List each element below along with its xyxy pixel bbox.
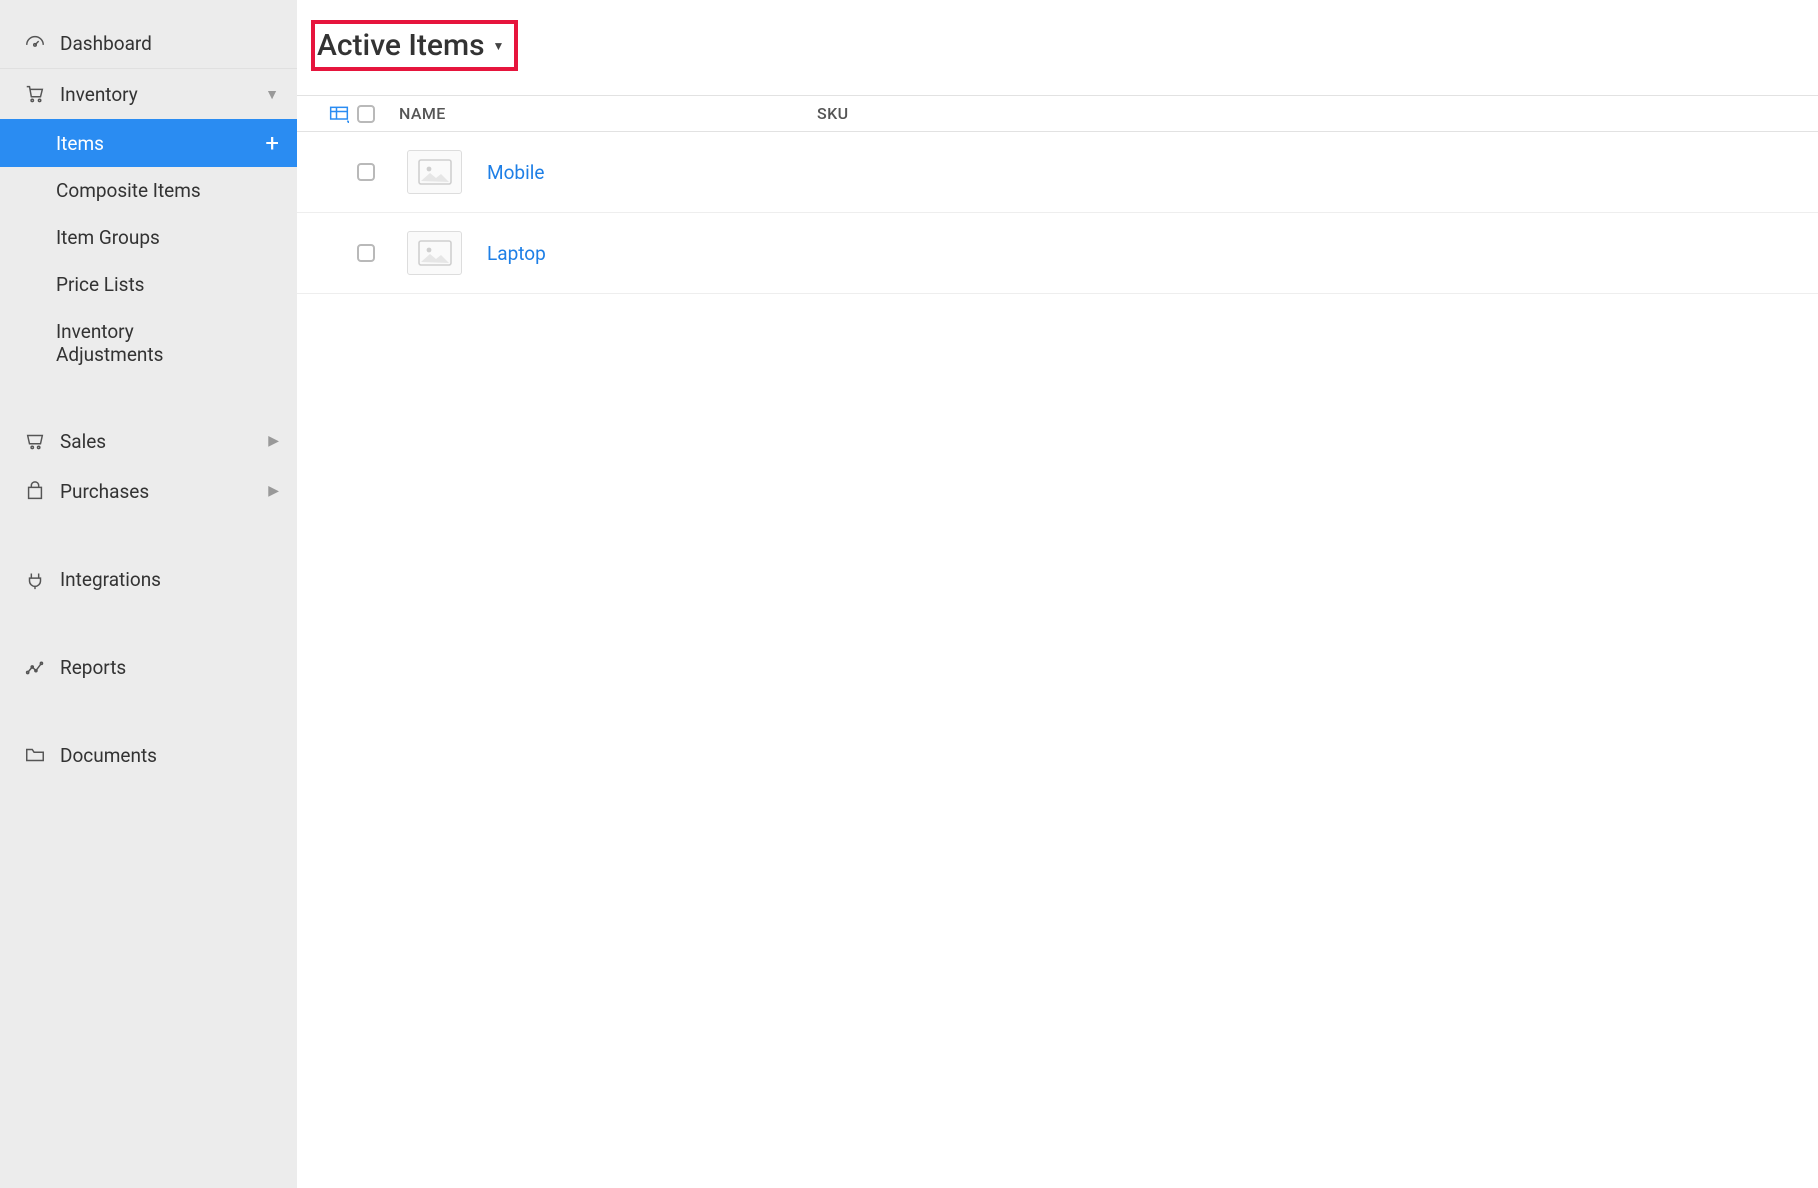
main-content: Active Items ▼ NAME SKU Mobile — [297, 0, 1818, 1188]
sidebar-item-items[interactable]: Items + — [0, 119, 297, 167]
sidebar-item-label: Composite Items — [56, 179, 279, 202]
sidebar-item-label: Integrations — [60, 568, 279, 591]
page-title: Active Items — [317, 28, 485, 63]
row-checkbox[interactable] — [357, 163, 375, 181]
plug-icon — [22, 566, 48, 592]
sidebar-item-inventory[interactable]: Inventory ▼ — [0, 68, 297, 119]
sidebar-item-purchases[interactable]: Purchases ▶ — [0, 466, 297, 516]
chevron-right-icon: ▶ — [268, 483, 279, 499]
sidebar-item-label: Documents — [60, 744, 279, 767]
sidebar-item-price-lists[interactable]: Price Lists — [0, 261, 297, 308]
sidebar: Dashboard Inventory ▼ Items + Composite … — [0, 0, 297, 1188]
sidebar-item-integrations[interactable]: Integrations — [0, 554, 297, 604]
sidebar-item-label: Item Groups — [56, 226, 279, 249]
table-body: Mobile Laptop — [297, 132, 1818, 294]
sidebar-item-sales[interactable]: Sales ▶ — [0, 416, 297, 466]
sidebar-item-label: Inventory Adjustments — [56, 320, 227, 366]
sidebar-item-label: Price Lists — [56, 273, 279, 296]
folder-icon — [22, 742, 48, 768]
sidebar-item-item-groups[interactable]: Item Groups — [0, 214, 297, 261]
column-header-name[interactable]: NAME — [397, 104, 817, 123]
sidebar-item-label: Items — [56, 132, 265, 155]
column-header-sku[interactable]: SKU — [817, 104, 1818, 123]
sidebar-item-inventory-adjustments[interactable]: Inventory Adjustments — [0, 308, 297, 378]
page-title-dropdown[interactable]: Active Items ▼ — [311, 20, 518, 71]
sidebar-item-label: Dashboard — [60, 32, 279, 55]
plus-icon[interactable]: + — [265, 131, 279, 155]
sidebar-item-composite-items[interactable]: Composite Items — [0, 167, 297, 214]
chevron-right-icon: ▶ — [268, 433, 279, 449]
sidebar-item-dashboard[interactable]: Dashboard — [0, 18, 297, 68]
shopping-cart-icon — [22, 428, 48, 454]
caret-down-icon: ▼ — [493, 39, 505, 53]
title-bar: Active Items ▼ — [297, 0, 1818, 95]
columns-toggle-icon[interactable] — [329, 105, 349, 123]
table-row[interactable]: Laptop — [297, 213, 1818, 294]
item-name-link[interactable]: Laptop — [487, 242, 546, 265]
select-all-checkbox[interactable] — [357, 105, 375, 123]
sidebar-item-documents[interactable]: Documents — [0, 730, 297, 780]
chevron-down-icon: ▼ — [265, 86, 279, 103]
sidebar-item-label: Sales — [60, 430, 268, 453]
image-placeholder-icon — [407, 231, 462, 275]
sidebar-item-label: Inventory — [60, 83, 265, 106]
inventory-subnav: Items + Composite Items Item Groups Pric… — [0, 119, 297, 378]
row-checkbox[interactable] — [357, 244, 375, 262]
table-header: NAME SKU — [297, 95, 1818, 132]
table-row[interactable]: Mobile — [297, 132, 1818, 213]
sidebar-item-label: Purchases — [60, 480, 268, 503]
chart-icon — [22, 654, 48, 680]
gauge-icon — [22, 30, 48, 56]
bag-icon — [22, 478, 48, 504]
sidebar-item-label: Reports — [60, 656, 279, 679]
cart-icon — [22, 81, 48, 107]
image-placeholder-icon — [407, 150, 462, 194]
item-name-link[interactable]: Mobile — [487, 161, 544, 184]
sidebar-item-reports[interactable]: Reports — [0, 642, 297, 692]
